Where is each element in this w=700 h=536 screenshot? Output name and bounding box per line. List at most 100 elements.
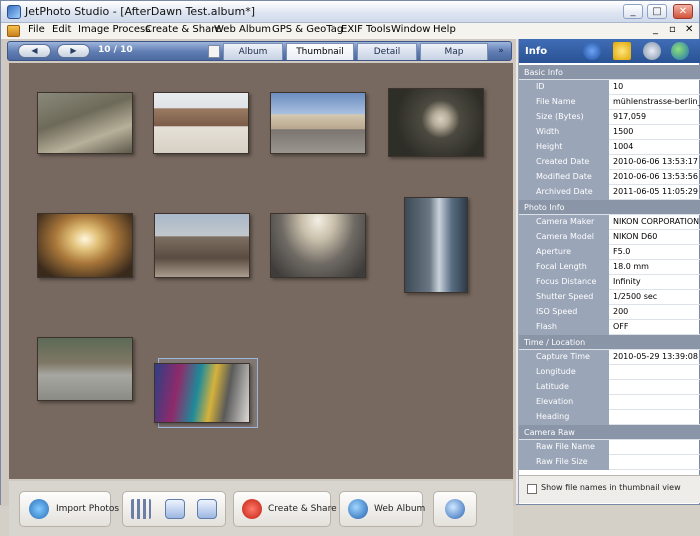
property-value: mühlenstrasse-berlin_: [613, 97, 700, 106]
web-album-label: Web Album: [374, 504, 426, 514]
page-icon[interactable]: [208, 45, 220, 58]
tab-thumbnail[interactable]: Thumbnail: [286, 43, 354, 60]
property-value: 200: [613, 307, 629, 316]
globe-icon[interactable]: [671, 42, 689, 60]
rotate-left-icon[interactable]: [165, 499, 185, 519]
more-tabs-button[interactable]: »: [493, 44, 509, 59]
folder-icon[interactable]: [7, 25, 20, 37]
menu-web-album[interactable]: Web Album: [214, 24, 271, 35]
menu-help[interactable]: Help: [433, 24, 456, 35]
property-row[interactable]: Size (Bytes) 917,059: [519, 110, 700, 125]
thumbnail-city-crowd[interactable]: [154, 213, 250, 278]
property-row[interactable]: Raw File Size: [519, 455, 700, 470]
property-row[interactable]: Camera Maker NIKON CORPORATION: [519, 215, 700, 230]
mdi-close-button[interactable]: ✕: [685, 24, 693, 35]
select-grid-icon[interactable]: [131, 499, 151, 519]
thumbnail-graffiti-wall[interactable]: [154, 363, 250, 423]
property-row[interactable]: Capture Time 2010-05-29 13:39:08: [519, 350, 700, 365]
property-group-header[interactable]: Photo Info: [519, 200, 700, 215]
rotate-right-icon[interactable]: [197, 499, 217, 519]
window-title: JetPhoto Studio - [AfterDawn Test.album*…: [25, 5, 255, 18]
menu-create-share[interactable]: Create & Share: [145, 24, 221, 35]
info-panel-header: Info: [519, 39, 700, 63]
property-key: Archived Date: [519, 185, 609, 200]
property-value: 2010-05-29 13:39:08: [613, 352, 698, 361]
property-row[interactable]: Created Date 2010-06-06 13:53:17: [519, 155, 700, 170]
property-row[interactable]: Height 1004: [519, 140, 700, 155]
property-row[interactable]: Longitude: [519, 365, 700, 380]
tab-map[interactable]: Map: [420, 43, 488, 60]
property-row[interactable]: Latitude: [519, 380, 700, 395]
property-key: Created Date: [519, 155, 609, 170]
thumbnail-gallery[interactable]: [9, 63, 513, 479]
property-row[interactable]: Elevation: [519, 395, 700, 410]
thumbnail-square-buildings[interactable]: [153, 92, 249, 154]
import-icon: [29, 499, 49, 519]
property-row[interactable]: Raw File Name: [519, 440, 700, 455]
show-filenames-label: Show file names in thumbnail view: [541, 483, 681, 492]
import-photos-button[interactable]: Import Photos: [19, 491, 119, 527]
back-button[interactable]: ◀: [18, 44, 51, 58]
property-row[interactable]: Width 1500: [519, 125, 700, 140]
property-value: 1004: [613, 142, 634, 151]
menu-edit[interactable]: Edit: [52, 24, 71, 35]
menu-exif-tools[interactable]: EXIF Tools: [341, 24, 391, 35]
menu-file[interactable]: File: [28, 24, 45, 35]
info-tab-icon[interactable]: [583, 42, 601, 60]
property-group-label: Time / Location: [524, 338, 586, 347]
menu-window[interactable]: Window: [391, 24, 430, 35]
property-value: 1/2500 sec: [613, 292, 658, 301]
property-key: Flash: [519, 320, 609, 335]
close-button[interactable]: ✕: [673, 4, 693, 19]
minimize-button[interactable]: _: [623, 4, 643, 19]
property-row[interactable]: Shutter Speed 1/2500 sec: [519, 290, 700, 305]
thumbnail-aerial-city[interactable]: [37, 92, 133, 154]
property-group-header[interactable]: Basic Info: [519, 65, 700, 80]
property-value: 2010-06-06 13:53:17: [613, 157, 698, 166]
mdi-restore-button[interactable]: ▫: [669, 24, 676, 35]
property-value: NIKON CORPORATION: [613, 217, 700, 226]
property-value: F5.0: [613, 247, 631, 256]
create-share-button[interactable]: Create & Share: [233, 491, 337, 527]
maximize-button[interactable]: □: [647, 4, 667, 19]
thumbnail-bird-on-pipe[interactable]: [388, 88, 484, 157]
property-row[interactable]: Flash OFF: [519, 320, 700, 335]
thumbnail-tall-tower[interactable]: [404, 197, 468, 293]
forward-button[interactable]: ▶: [57, 44, 90, 58]
property-value: [610, 365, 700, 380]
mdi-minimize-button[interactable]: _: [653, 24, 658, 35]
clock-icon[interactable]: [643, 42, 661, 60]
property-row[interactable]: ID 10: [519, 80, 700, 95]
property-row[interactable]: Focus Distance Infinity: [519, 275, 700, 290]
property-key: Longitude: [519, 365, 609, 380]
thumbnail-tunnel-light[interactable]: [37, 213, 133, 278]
property-group-header[interactable]: Time / Location: [519, 335, 700, 350]
thumbnail-dome-roof[interactable]: [270, 213, 366, 278]
thumbnail-street-cyclist[interactable]: [37, 337, 133, 401]
property-row[interactable]: ISO Speed 200: [519, 305, 700, 320]
tab-detail[interactable]: Detail: [357, 43, 417, 60]
star-icon[interactable]: [613, 42, 631, 60]
navigation-bar: ◀ ▶ 10 / 10 Album Thumbnail Detail Map »: [7, 41, 512, 61]
internet-button[interactable]: [433, 491, 477, 527]
property-row[interactable]: Aperture F5.0: [519, 245, 700, 260]
show-filenames-checkbox[interactable]: [527, 484, 537, 494]
property-key: ID: [519, 80, 609, 95]
menu-gps-geotag[interactable]: GPS & GeoTag: [272, 24, 343, 35]
menu-bar: File Edit Image Process Create & Share W…: [1, 23, 699, 39]
property-row[interactable]: Focal Length 18.0 mm: [519, 260, 700, 275]
property-value: NIKON D60: [613, 232, 658, 241]
thumbnail-street-view[interactable]: [270, 92, 366, 154]
property-row[interactable]: Archived Date 2011-06-05 11:05:29: [519, 185, 700, 200]
property-row[interactable]: Modified Date 2010-06-06 13:53:56: [519, 170, 700, 185]
property-row[interactable]: Camera Model NIKON D60: [519, 230, 700, 245]
property-row[interactable]: Heading: [519, 410, 700, 425]
tab-album[interactable]: Album: [223, 43, 283, 60]
property-key: Heading: [519, 410, 609, 425]
property-row[interactable]: File Name mühlenstrasse-berlin_: [519, 95, 700, 110]
property-value: OFF: [613, 322, 629, 331]
property-group-header[interactable]: Camera Raw: [519, 425, 700, 440]
web-album-button[interactable]: Web Album: [339, 491, 426, 527]
menu-image-process[interactable]: Image Process: [78, 24, 150, 35]
info-panel: Info Basic Info ID 10 File Name mühlenstrass…: [518, 39, 700, 504]
